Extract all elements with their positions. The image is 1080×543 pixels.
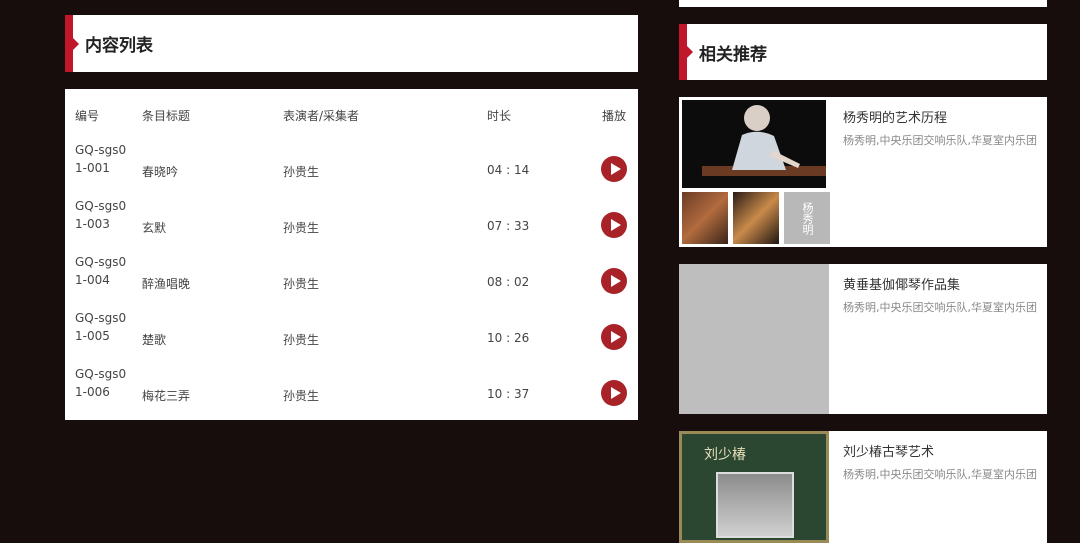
album-cover-title: 刘少椿: [704, 447, 746, 463]
play-button[interactable]: [601, 380, 627, 406]
table-row: GQ-sgs01-001 春晓吟 孙贵生 04 : 14: [65, 141, 638, 197]
row-title[interactable]: 楚歌: [142, 331, 166, 348]
accent-notch: [73, 37, 79, 50]
recommendation-thumbnail[interactable]: 刘少椿: [679, 431, 829, 543]
recommendation-title[interactable]: 刘少椿古琴艺术: [843, 441, 934, 460]
content-list-header: 内容列表: [65, 15, 638, 72]
table-row: GQ-sgs01-006 梅花三弄 孙贵生 10 : 37: [65, 365, 638, 421]
play-button[interactable]: [601, 324, 627, 350]
related-title: 相关推荐: [699, 44, 767, 65]
row-duration: 10 : 26: [487, 331, 530, 345]
play-icon: [610, 275, 621, 287]
accent-bar: [679, 24, 687, 80]
row-title[interactable]: 玄默: [142, 219, 166, 236]
recommendation-desc: 杨秀明,中央乐团交响乐队,华夏室内乐团: [843, 468, 1037, 481]
row-title[interactable]: 醉渔唱晚: [142, 275, 190, 292]
row-performer: 孙贵生: [283, 333, 320, 347]
calligraphy-thumbnail: 杨秀明: [784, 192, 830, 244]
header-title: 条目标题: [142, 109, 191, 123]
recommendation-title[interactable]: 杨秀明的艺术历程: [843, 107, 947, 126]
header-performer: 表演者/采集者: [283, 109, 360, 123]
row-title[interactable]: 春晓吟: [142, 163, 178, 180]
recommendation-title[interactable]: 黄垂基伽倻琴作品集: [843, 274, 960, 293]
row-id: GQ-sgs01-003: [75, 199, 127, 231]
play-button[interactable]: [601, 268, 627, 294]
accent-bar: [65, 15, 73, 72]
row-id: GQ-sgs01-005: [75, 311, 127, 343]
header-duration: 时长: [487, 109, 512, 123]
content-list-title: 内容列表: [85, 36, 153, 56]
recommendation-thumbnail[interactable]: 杨秀明: [679, 97, 830, 247]
header-id: 编号: [75, 109, 100, 123]
row-id: GQ-sgs01-006: [75, 367, 127, 399]
row-duration: 07 : 33: [487, 219, 530, 233]
row-id: GQ-sgs01-001: [75, 143, 127, 175]
related-header: 相关推荐: [679, 24, 1047, 80]
photo-thumbnail: [682, 192, 728, 244]
recommendation-desc: 杨秀明,中央乐团交响乐队,华夏室内乐团: [843, 301, 1037, 314]
play-button[interactable]: [601, 156, 627, 182]
related-top-strip: [679, 0, 1047, 7]
recommendation-card[interactable]: 黄垂基伽倻琴作品集 杨秀明,中央乐团交响乐队,华夏室内乐团: [679, 264, 1047, 414]
play-icon: [610, 219, 621, 231]
row-performer: 孙贵生: [283, 389, 320, 403]
performer-photo: [682, 100, 826, 188]
row-title[interactable]: 梅花三弄: [142, 387, 190, 404]
content-table: 编号 条目标题 表演者/采集者 时长 播放 GQ-sgs01-001 春晓吟 孙…: [65, 89, 638, 420]
album-cover-photo: [716, 472, 794, 538]
row-performer: 孙贵生: [283, 165, 320, 179]
accent-notch: [687, 46, 693, 58]
play-icon: [610, 387, 621, 399]
row-id: GQ-sgs01-004: [75, 255, 127, 287]
header-play: 播放: [602, 109, 627, 123]
recommendation-card[interactable]: 杨秀明 杨秀明的艺术历程 杨秀明,中央乐团交响乐队,华夏室内乐团: [679, 97, 1047, 247]
row-duration: 10 : 37: [487, 387, 530, 401]
row-duration: 04 : 14: [487, 163, 530, 177]
recommendation-desc: 杨秀明,中央乐团交响乐队,华夏室内乐团: [843, 134, 1037, 147]
table-row: GQ-sgs01-005 楚歌 孙贵生 10 : 26: [65, 309, 638, 365]
table-row: GQ-sgs01-003 玄默 孙贵生 07 : 33: [65, 197, 638, 253]
row-performer: 孙贵生: [283, 277, 320, 291]
play-icon: [610, 331, 621, 343]
recommendation-card[interactable]: 刘少椿 刘少椿古琴艺术 杨秀明,中央乐团交响乐队,华夏室内乐团: [679, 431, 1047, 543]
table-row: GQ-sgs01-004 醉渔唱晚 孙贵生 08 : 02: [65, 253, 638, 309]
play-button[interactable]: [601, 212, 627, 238]
photo-thumbnail: [733, 192, 779, 244]
row-duration: 08 : 02: [487, 275, 530, 289]
row-performer: 孙贵生: [283, 221, 320, 235]
recommendation-thumbnail[interactable]: [679, 264, 829, 414]
play-icon: [610, 163, 621, 175]
